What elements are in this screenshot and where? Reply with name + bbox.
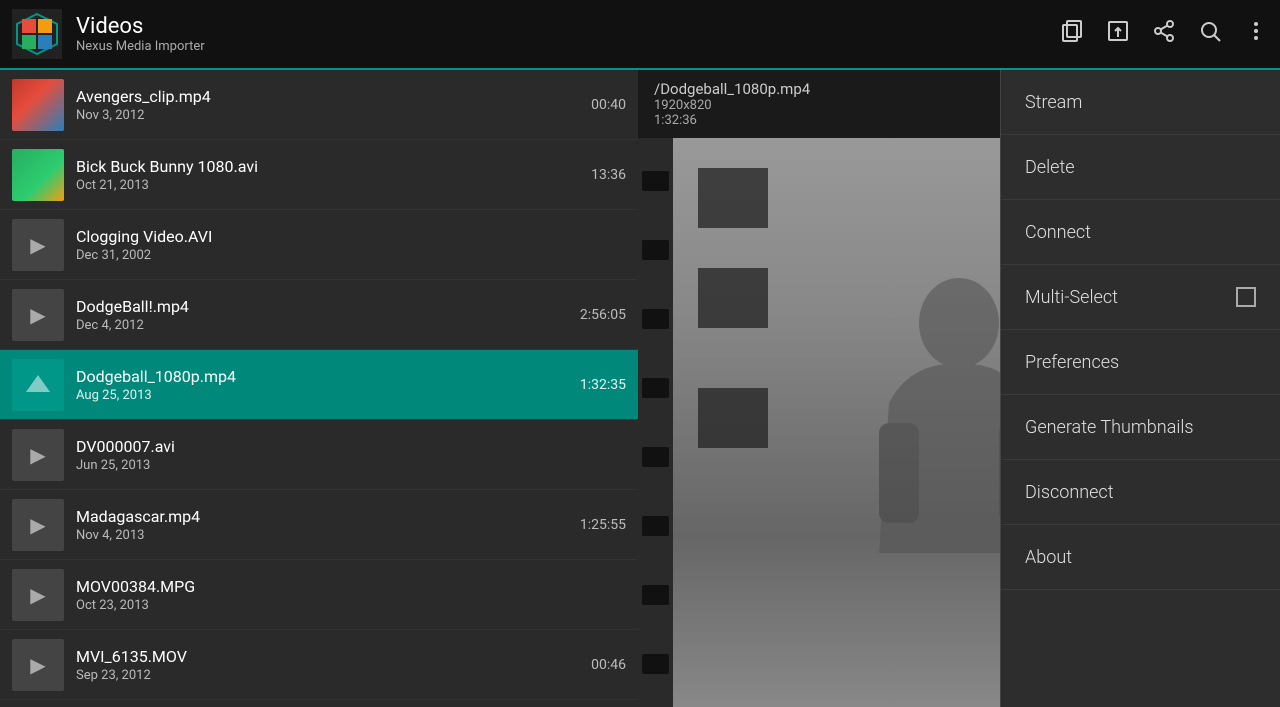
multiselect-row: Multi-Select	[1025, 287, 1256, 308]
list-item[interactable]: ▶ MOV00384.MPG Oct 23, 2013	[0, 560, 638, 630]
list-item[interactable]: Dodgeball_1080p.mp4 Aug 25, 2013 1:32:35	[0, 350, 638, 420]
list-item[interactable]: ▶ Clogging Video.AVI Dec 31, 2002	[0, 210, 638, 280]
menu-item-label: Preferences	[1025, 352, 1119, 373]
menu-item-multiselect[interactable]: Multi-Select	[1001, 265, 1280, 330]
list-item[interactable]: ▶ Madagascar.mp4 Nov 4, 2013 1:25:55	[0, 490, 638, 560]
file-thumbnail: ▶	[12, 499, 64, 551]
multiselect-checkbox[interactable]	[1236, 287, 1256, 307]
file-duration: 00:46	[591, 657, 626, 673]
app-subtitle: Nexus Media Importer	[76, 39, 1060, 54]
file-thumbnail: ▶	[12, 289, 64, 341]
file-name: Avengers_clip.mp4	[76, 87, 591, 106]
export-icon[interactable]	[1106, 19, 1130, 49]
file-thumbnail	[12, 359, 64, 411]
file-date: Aug 25, 2013	[76, 388, 580, 403]
file-thumbnail	[12, 149, 64, 201]
file-info: Madagascar.mp4 Nov 4, 2013	[76, 507, 580, 543]
file-date: Jun 25, 2013	[76, 458, 626, 473]
file-info: DodgeBall!.mp4 Dec 4, 2012	[76, 297, 580, 333]
file-name: Madagascar.mp4	[76, 507, 580, 526]
list-item[interactable]: ▶ MVI_6135.MOV Sep 23, 2012 00:46	[0, 630, 638, 700]
menu-item-preferences[interactable]: Preferences	[1001, 330, 1280, 395]
menu-item-stream[interactable]: Stream	[1001, 70, 1280, 135]
file-thumbnail: ▶	[12, 569, 64, 621]
menu-item-connect[interactable]: Connect	[1001, 200, 1280, 265]
play-icon: ▶	[30, 443, 45, 467]
menu-item-label: Multi-Select	[1025, 287, 1118, 308]
preview-panel: /Dodgeball_1080p.mp4 1920x820 1:32:36	[638, 70, 1280, 707]
file-thumbnail: ▶	[12, 429, 64, 481]
app-logo	[12, 9, 62, 59]
menu-item-label: Delete	[1025, 157, 1075, 178]
menu-item-label: Stream	[1025, 92, 1082, 113]
menu-item-label: Connect	[1025, 222, 1091, 243]
more-options-icon[interactable]	[1244, 19, 1268, 49]
app-title: Videos	[76, 14, 1060, 39]
file-date: Dec 31, 2002	[76, 248, 626, 263]
file-duration: 00:40	[591, 97, 626, 113]
play-icon: ▶	[30, 653, 45, 677]
list-item[interactable]: ▶ DV000007.avi Jun 25, 2013	[0, 420, 638, 490]
share-icon[interactable]	[1152, 19, 1176, 49]
main-content: Avengers_clip.mp4 Nov 3, 2012 00:40 Bick…	[0, 70, 1280, 707]
file-info: DV000007.avi Jun 25, 2013	[76, 437, 626, 473]
file-date: Oct 23, 2013	[76, 598, 626, 613]
file-duration: 1:32:35	[580, 377, 626, 393]
file-info: Bick Buck Bunny 1080.avi Oct 21, 2013	[76, 157, 591, 193]
file-name: MOV00384.MPG	[76, 577, 626, 596]
list-item[interactable]: Avengers_clip.mp4 Nov 3, 2012 00:40	[0, 70, 638, 140]
file-date: Dec 4, 2012	[76, 318, 580, 333]
file-date: Oct 21, 2013	[76, 178, 591, 193]
file-list[interactable]: Avengers_clip.mp4 Nov 3, 2012 00:40 Bick…	[0, 70, 638, 707]
menu-item-disconnect[interactable]: Disconnect	[1001, 460, 1280, 525]
app-header: Videos Nexus Media Importer	[0, 0, 1280, 70]
play-icon: ▶	[30, 233, 45, 257]
file-thumbnail: ▶	[12, 639, 64, 691]
file-thumbnail: ▶	[12, 219, 64, 271]
file-info: Clogging Video.AVI Dec 31, 2002	[76, 227, 626, 263]
file-duration: 1:25:55	[580, 517, 626, 533]
context-menu: Stream Delete Connect Multi-Select Prefere…	[1000, 70, 1280, 707]
header-titles: Videos Nexus Media Importer	[76, 14, 1060, 54]
file-date: Nov 4, 2013	[76, 528, 580, 543]
file-info: MVI_6135.MOV Sep 23, 2012	[76, 647, 591, 683]
file-info: Avengers_clip.mp4 Nov 3, 2012	[76, 87, 591, 123]
file-name: DV000007.avi	[76, 437, 626, 456]
file-thumbnail	[12, 79, 64, 131]
file-duration: 2:56:05	[580, 307, 626, 323]
menu-item-about[interactable]: About	[1001, 525, 1280, 590]
menu-item-label: Generate Thumbnails	[1025, 417, 1194, 438]
menu-item-label: Disconnect	[1025, 482, 1114, 503]
file-date: Nov 3, 2012	[76, 108, 591, 123]
play-icon: ▶	[30, 513, 45, 537]
list-item[interactable]: Bick Buck Bunny 1080.avi Oct 21, 2013 13…	[0, 140, 638, 210]
file-duration: 13:36	[591, 167, 626, 183]
menu-item-generate-thumbnails[interactable]: Generate Thumbnails	[1001, 395, 1280, 460]
file-name: Dodgeball_1080p.mp4	[76, 367, 580, 386]
file-info: MOV00384.MPG Oct 23, 2013	[76, 577, 626, 613]
file-date: Sep 23, 2012	[76, 668, 591, 683]
play-icon: ▶	[30, 583, 45, 607]
list-item[interactable]: ▶ DodgeBall!.mp4 Dec 4, 2012 2:56:05	[0, 280, 638, 350]
file-name: MVI_6135.MOV	[76, 647, 591, 666]
header-actions	[1060, 19, 1268, 49]
copy-icon[interactable]	[1060, 19, 1084, 49]
file-name: DodgeBall!.mp4	[76, 297, 580, 316]
file-name: Clogging Video.AVI	[76, 227, 626, 246]
list-item[interactable]: ▶ MVI_6136.MOV Sep 23, 2012 02:03	[0, 700, 638, 707]
play-icon: ▶	[30, 303, 45, 327]
file-name: Bick Buck Bunny 1080.avi	[76, 157, 591, 176]
menu-item-label: About	[1025, 547, 1072, 568]
file-info: Dodgeball_1080p.mp4 Aug 25, 2013	[76, 367, 580, 403]
search-icon[interactable]	[1198, 19, 1222, 49]
menu-item-delete[interactable]: Delete	[1001, 135, 1280, 200]
